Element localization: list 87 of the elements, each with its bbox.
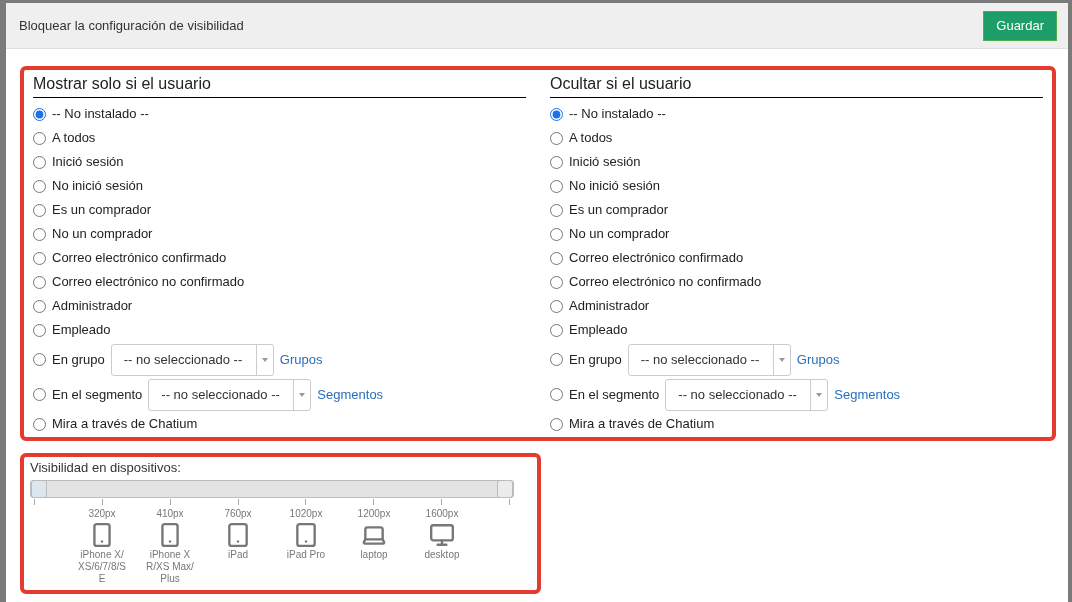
option-label: -- No instalado -- bbox=[569, 105, 666, 124]
breakpoint-width: 1020px bbox=[289, 506, 323, 521]
device-name: iPhone XR/XS Max/Plus bbox=[146, 548, 194, 585]
radio-button[interactable] bbox=[33, 179, 46, 193]
radio-button[interactable] bbox=[550, 275, 563, 289]
link[interactable]: Segmentos bbox=[834, 384, 901, 405]
radio-button[interactable] bbox=[33, 227, 46, 241]
option-label: En el segmento bbox=[569, 385, 660, 404]
option-label: Correo electrónico confirmado bbox=[52, 249, 227, 268]
option-label: Correo electrónico confirmado bbox=[569, 249, 744, 268]
radio-button[interactable] bbox=[33, 323, 46, 337]
breakpoint-width: 410px bbox=[156, 506, 184, 521]
option-label: No inició sesión bbox=[569, 177, 661, 196]
device-name: laptop bbox=[359, 548, 389, 561]
option-label: Inició sesión bbox=[569, 153, 641, 172]
radio-button[interactable] bbox=[550, 179, 563, 193]
breakpoint-width: 320px bbox=[88, 506, 116, 521]
option-label: -- No instalado -- bbox=[52, 105, 149, 124]
option-label: A todos bbox=[52, 129, 96, 148]
caret-icon bbox=[778, 357, 785, 362]
device-name: iPad Pro bbox=[285, 548, 327, 561]
option-label: Mira a través de Chatium bbox=[569, 415, 715, 434]
radio-button[interactable] bbox=[550, 131, 563, 145]
option-label: Empleado bbox=[569, 321, 628, 340]
option-label: A todos bbox=[569, 129, 613, 148]
option-label: En grupo bbox=[52, 350, 105, 369]
option-label: En el segmento bbox=[52, 385, 143, 404]
radio-button[interactable] bbox=[550, 353, 563, 366]
option-label: Correo electrónico no confirmado bbox=[52, 273, 245, 292]
link[interactable]: Segmentos bbox=[317, 384, 384, 405]
breakpoint-width: 1600px bbox=[425, 506, 459, 521]
radio-button[interactable] bbox=[550, 299, 563, 313]
option-label: No un comprador bbox=[569, 225, 670, 244]
option-label: Empleado bbox=[52, 321, 111, 340]
option-label: Mira a través de Chatium bbox=[52, 415, 198, 434]
caret-icon bbox=[261, 357, 268, 362]
section-heading: Ocultar si el usuario bbox=[550, 72, 1043, 98]
option-label: Es un comprador bbox=[569, 201, 668, 220]
radio-button[interactable] bbox=[550, 251, 563, 265]
range-slider[interactable] bbox=[30, 479, 514, 498]
radio-button[interactable] bbox=[550, 155, 563, 169]
radio-button[interactable] bbox=[33, 107, 46, 121]
radio-button[interactable] bbox=[550, 417, 563, 431]
radio-button[interactable] bbox=[33, 203, 46, 217]
option-label: Inició sesión bbox=[52, 153, 124, 172]
radio-button[interactable] bbox=[33, 299, 46, 313]
devices-label: Visibilidad en dispositivos: bbox=[30, 459, 182, 477]
section-heading: Mostrar solo si el usuario bbox=[33, 72, 526, 98]
option-label: Administrador bbox=[569, 297, 650, 316]
radio-button[interactable] bbox=[550, 227, 563, 241]
slider-handle[interactable] bbox=[31, 479, 47, 498]
option-label: Administrador bbox=[52, 297, 133, 316]
option-label: No un comprador bbox=[52, 225, 153, 244]
breakpoint-width: 760px bbox=[224, 506, 252, 521]
link[interactable]: Grupos bbox=[796, 349, 840, 370]
radio-button[interactable] bbox=[33, 275, 46, 289]
link[interactable]: Grupos bbox=[279, 349, 323, 370]
radio-button[interactable] bbox=[550, 107, 563, 121]
option-label: En grupo bbox=[569, 350, 622, 369]
option-label: Es un comprador bbox=[52, 201, 151, 220]
device-name: iPad bbox=[227, 548, 249, 561]
slider-handle[interactable] bbox=[497, 479, 513, 498]
save-button[interactable]: Guardar bbox=[983, 10, 1057, 41]
tablet-icon bbox=[225, 521, 251, 548]
dropdown[interactable]: -- no seleccionado -- bbox=[665, 378, 829, 411]
breakpoint-width: 1200px bbox=[357, 506, 391, 521]
radio-button[interactable] bbox=[550, 388, 563, 401]
radio-button[interactable] bbox=[33, 353, 46, 366]
dropdown[interactable]: -- no seleccionado -- bbox=[148, 378, 312, 411]
option-label: No inició sesión bbox=[52, 177, 144, 196]
radio-button[interactable] bbox=[550, 203, 563, 217]
radio-button[interactable] bbox=[33, 417, 46, 431]
option-label: Correo electrónico no confirmado bbox=[569, 273, 762, 292]
radio-button[interactable] bbox=[33, 155, 46, 169]
caret-icon bbox=[299, 392, 306, 397]
dropdown[interactable]: -- no seleccionado -- bbox=[627, 343, 791, 376]
dropdown[interactable]: -- no seleccionado -- bbox=[110, 343, 274, 376]
device-name: iPhone X/XS/6/7/8/SE bbox=[78, 548, 126, 585]
device-name: desktop bbox=[423, 548, 461, 561]
radio-button[interactable] bbox=[33, 251, 46, 265]
dialog-title: Bloquear la configuración de visibilidad bbox=[19, 16, 244, 35]
radio-button[interactable] bbox=[33, 388, 46, 401]
caret-icon bbox=[816, 392, 823, 397]
monitor-icon bbox=[429, 521, 455, 548]
tablet-icon bbox=[293, 521, 319, 548]
radio-button[interactable] bbox=[550, 323, 563, 337]
radio-button[interactable] bbox=[33, 131, 46, 145]
